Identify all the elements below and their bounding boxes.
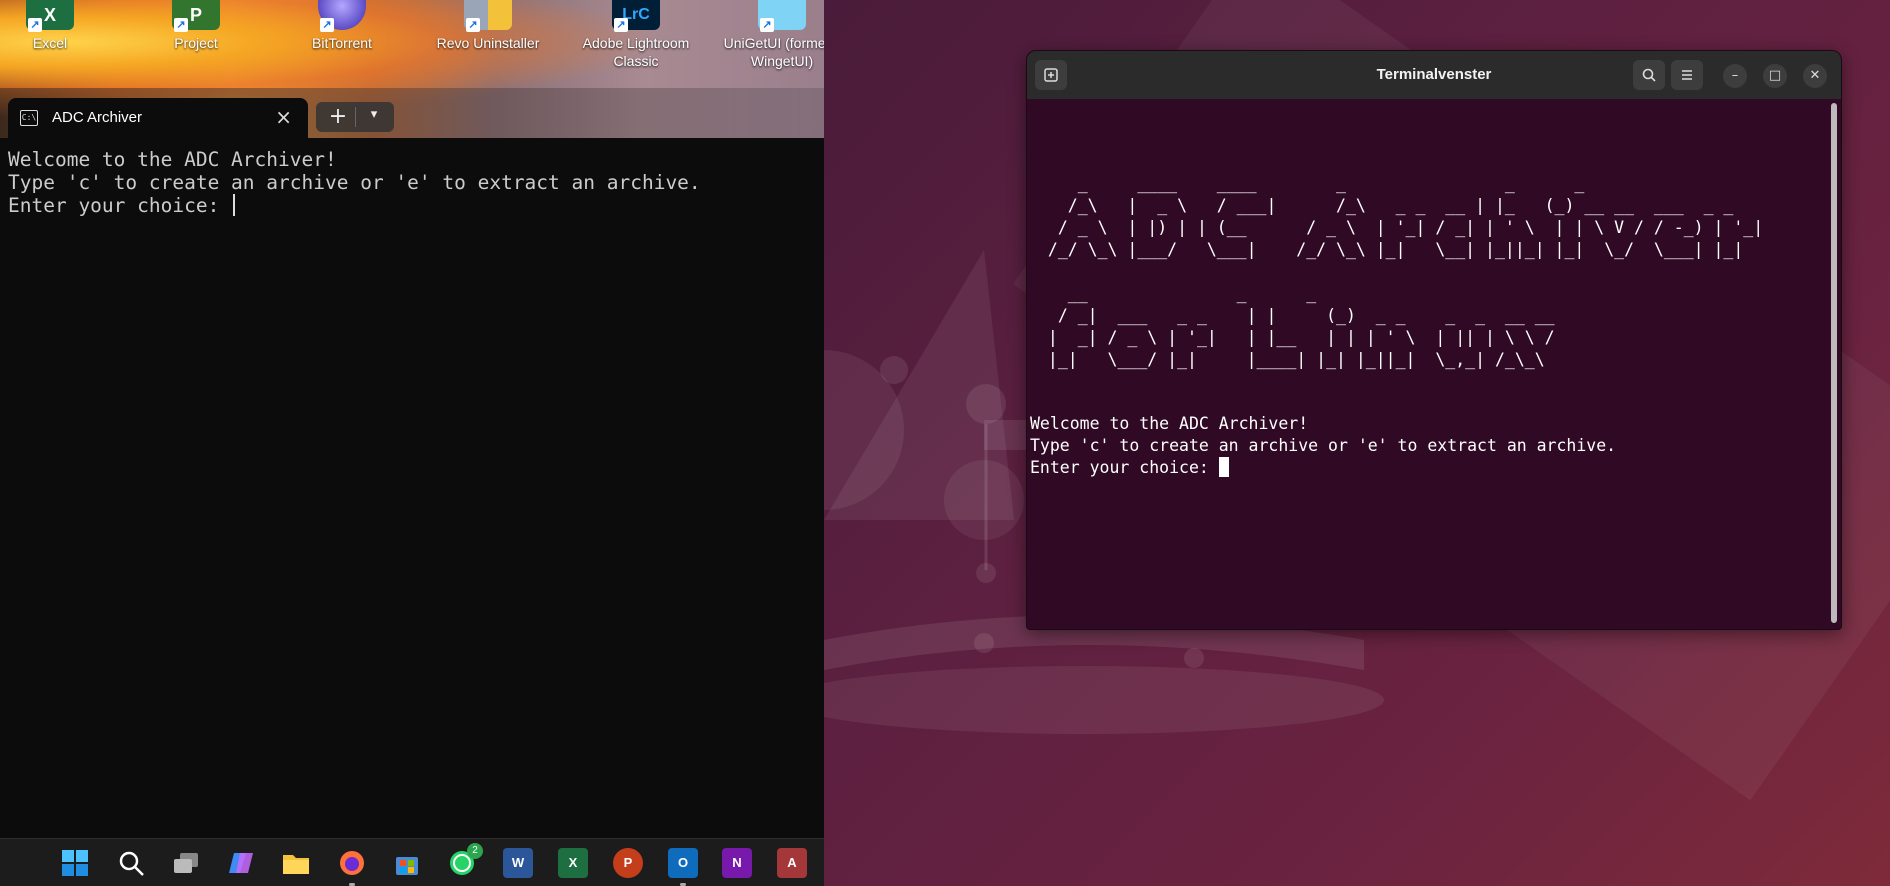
- file-explorer-button[interactable]: [281, 848, 311, 878]
- shortcut-arrow-icon: ↗: [466, 18, 480, 32]
- terminal-line: Type 'c' to create an archive or 'e' to …: [1030, 436, 1617, 455]
- ubuntu-terminal-window: Terminalvenster – □ ✕ _ ____ ____ _ _ _ …: [1026, 50, 1842, 630]
- microsoft-store-icon: [396, 857, 418, 875]
- desktop-icon-unigetui[interactable]: ↗ UniGetUI (formerly WingetUI): [712, 0, 824, 70]
- desktop-icon-label: Project: [174, 35, 218, 51]
- tab-title: ADC Archiver: [52, 109, 143, 126]
- onenote-icon: N: [732, 855, 742, 870]
- desktop-icon-label: UniGetUI (formerly WingetUI): [723, 35, 824, 69]
- outlook-button[interactable]: O: [668, 848, 698, 878]
- maximize-icon: □: [1768, 68, 1782, 83]
- shortcut-arrow-icon: ↗: [320, 18, 334, 32]
- maximize-button[interactable]: □: [1763, 64, 1787, 88]
- text-cursor: [1218, 457, 1229, 477]
- terminal-output[interactable]: Welcome to the ADC Archiver! Type 'c' to…: [0, 138, 824, 838]
- unigetui-icon: ↗: [758, 0, 806, 32]
- close-button[interactable]: ✕: [1803, 64, 1827, 88]
- divider: [355, 107, 356, 127]
- desktop-icon-bittorrent[interactable]: ↗ BitTorrent: [272, 0, 412, 52]
- hamburger-menu-icon: [1682, 70, 1692, 80]
- shortcut-arrow-icon: ↗: [614, 18, 628, 32]
- desktop-icon-lightroom[interactable]: LrC ↗ Adobe Lightroom Classic: [566, 0, 706, 70]
- start-icon: [62, 850, 88, 876]
- search-button[interactable]: [116, 848, 146, 878]
- start-button[interactable]: [60, 848, 90, 878]
- search-icon: [119, 851, 144, 876]
- terminal-line: Welcome to the ADC Archiver!: [1030, 414, 1309, 433]
- excel-icon: X: [568, 855, 578, 870]
- terminal-line: Type 'c' to create an archive or 'e' to …: [8, 171, 701, 194]
- task-view-icon: [174, 853, 198, 873]
- onenote-button[interactable]: N: [722, 848, 752, 878]
- powerpoint-icon: P: [623, 855, 633, 870]
- outlook-icon: O: [677, 855, 689, 870]
- terminal-prompt[interactable]: Enter your choice:: [1030, 457, 1229, 479]
- terminal-output[interactable]: _ ____ ____ _ _ _ /_\ | _ \ / ___| /_\ _…: [1030, 99, 1820, 629]
- excel-button[interactable]: X: [558, 848, 588, 878]
- menu-button[interactable]: [1671, 60, 1703, 90]
- search-icon: [1642, 68, 1656, 82]
- copilot-button[interactable]: [226, 848, 256, 878]
- firefox-icon: [340, 851, 364, 875]
- new-tab-button[interactable]: +: [326, 104, 350, 129]
- word-icon: W: [511, 855, 525, 870]
- chevron-down-icon[interactable]: ▾: [362, 107, 386, 122]
- window-title: Terminalvenster: [1376, 66, 1492, 83]
- desktop-icon-label: Excel: [32, 35, 68, 51]
- ascii-art-banner: _ ____ ____ _ _ _ /_\ | _ \ / ___| /_\ _…: [1047, 174, 1764, 369]
- new-tab-button[interactable]: [1035, 60, 1067, 90]
- desktop-icon-label: Adobe Lightroom Classic: [582, 35, 690, 69]
- powerpoint-button[interactable]: P: [613, 848, 643, 878]
- terminal-line: Welcome to the ADC Archiver!: [8, 148, 337, 171]
- project-icon: P ↗: [172, 0, 220, 32]
- desktop-icon-excel[interactable]: X ↗ Excel: [0, 0, 120, 52]
- desktop-icon-project[interactable]: P ↗ Project: [126, 0, 266, 52]
- prompt-text: Enter your choice:: [1030, 458, 1219, 477]
- shortcut-arrow-icon: ↗: [760, 18, 774, 32]
- minimize-button[interactable]: –: [1723, 64, 1747, 88]
- excel-icon: X ↗: [26, 0, 74, 32]
- lightroom-icon: LrC ↗: [612, 0, 660, 32]
- tab-adc-archiver[interactable]: C:\ ADC Archiver ×: [8, 98, 308, 138]
- notification-badge: 2: [467, 843, 483, 859]
- windows-desktop: X ↗ Excel P ↗ Project ↗ BitTorrent ↗ Revo …: [0, 0, 824, 886]
- desktop-icon-label: Revo Uninstaller: [436, 35, 540, 51]
- scrollbar[interactable]: [1831, 103, 1837, 623]
- microsoft-store-button[interactable]: [392, 848, 422, 878]
- access-button[interactable]: A: [777, 848, 807, 878]
- access-icon: A: [787, 855, 797, 870]
- terminal-icon: C:\: [20, 110, 38, 126]
- taskbar: 2 W X P O N A: [0, 838, 824, 886]
- file-explorer-icon: [283, 855, 309, 874]
- revo-uninstaller-icon: ↗: [464, 0, 512, 32]
- task-view-button[interactable]: [171, 848, 201, 878]
- close-icon: ✕: [1809, 68, 1821, 83]
- copilot-icon: [229, 853, 253, 873]
- desktop-icon-revo-uninstaller[interactable]: ↗ Revo Uninstaller: [418, 0, 558, 52]
- minimize-icon: –: [1731, 68, 1739, 83]
- new-tab-icon: [1044, 68, 1058, 82]
- close-icon[interactable]: ×: [275, 105, 292, 129]
- bittorrent-icon: ↗: [318, 0, 366, 32]
- search-button[interactable]: [1633, 60, 1665, 90]
- new-tab-group: + ▾: [316, 102, 394, 132]
- terminal-header-bar[interactable]: Terminalvenster – □ ✕: [1027, 51, 1841, 99]
- prompt-text: Enter your choice:: [8, 194, 232, 217]
- terminal-prompt[interactable]: Enter your choice:: [8, 194, 236, 217]
- terminal-tab-bar: C:\ ADC Archiver × + ▾: [0, 88, 824, 138]
- text-cursor: [233, 194, 236, 216]
- desktop-icon-label: BitTorrent: [312, 35, 372, 51]
- word-button[interactable]: W: [503, 848, 533, 878]
- shortcut-arrow-icon: ↗: [174, 18, 188, 32]
- shortcut-arrow-icon: ↗: [28, 18, 42, 32]
- firefox-button[interactable]: [337, 848, 367, 878]
